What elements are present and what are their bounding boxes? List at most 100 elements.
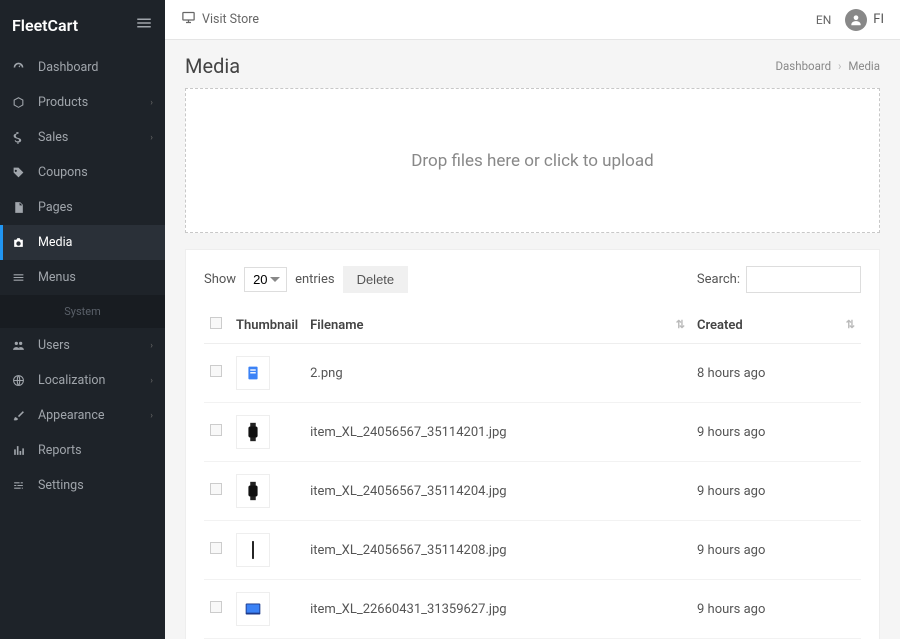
table-controls: Show 20 entries Delete Search: [204, 266, 861, 293]
sidebar: FleetCart DashboardProducts›Sales›Coupon… [0, 0, 165, 639]
filename-cell: item_XL_24056567_35114204.jpg [304, 462, 691, 521]
globe-icon [12, 374, 32, 387]
sidebar-item-label: Appearance [38, 408, 105, 423]
chart-icon [12, 444, 32, 457]
users-icon [12, 339, 32, 352]
sidebar-item-label: Coupons [38, 165, 88, 180]
table-row[interactable]: item_XL_22660431_31359627.jpg9 hours ago [204, 580, 861, 639]
chevron-right-icon: › [150, 98, 153, 108]
sidebar-item-localization[interactable]: Localization › [0, 363, 165, 398]
sidebar-item-menus[interactable]: Menus [0, 260, 165, 295]
chevron-right-icon: › [150, 411, 153, 421]
content: Drop files here or click to upload Show … [165, 88, 900, 639]
main: Visit Store EN FI Media Dashboard › Medi… [165, 0, 900, 639]
page-title: Media [185, 54, 240, 78]
camera-icon [12, 236, 32, 249]
brush-icon [12, 409, 32, 422]
breadcrumb-separator: › [838, 59, 841, 73]
sidebar-item-label: Dashboard [38, 60, 98, 75]
sort-icon: ⇅ [676, 318, 685, 331]
sidebar-item-reports[interactable]: Reports [0, 433, 165, 468]
thumbnail [236, 415, 270, 449]
table-row[interactable]: item_XL_24056567_35114201.jpg9 hours ago [204, 403, 861, 462]
language-switch[interactable]: EN [816, 13, 831, 27]
filename-cell: item_XL_24056567_35114201.jpg [304, 403, 691, 462]
sidebar-item-users[interactable]: Users › [0, 328, 165, 363]
dollar-icon [12, 131, 32, 144]
chevron-right-icon: › [150, 341, 153, 351]
sidebar-item-coupons[interactable]: Coupons [0, 155, 165, 190]
row-checkbox[interactable] [210, 542, 222, 554]
user-initials: FI [873, 12, 884, 27]
sidebar-header: FleetCart [0, 0, 165, 50]
entries-select[interactable]: 20 [244, 267, 287, 292]
sidebar-item-label: Localization [38, 373, 105, 388]
brand-logo: FleetCart [12, 16, 78, 35]
visit-store-label: Visit Store [202, 12, 259, 27]
col-filename[interactable]: Filename ⇅ [304, 307, 691, 344]
chevron-right-icon: › [150, 133, 153, 143]
nav-main: DashboardProducts›Sales›CouponsPagesMedi… [0, 50, 165, 295]
media-table-card: Show 20 entries Delete Search: [185, 249, 880, 639]
breadcrumb-current: Media [848, 59, 880, 73]
media-table: Thumbnail Filename ⇅ Created ⇅ 2.png8 ho… [204, 307, 861, 639]
upload-dropzone[interactable]: Drop files here or click to upload [185, 88, 880, 233]
sidebar-item-pages[interactable]: Pages [0, 190, 165, 225]
sidebar-item-label: Settings [38, 478, 84, 493]
page-header: Media Dashboard › Media [165, 40, 900, 88]
sliders-icon [12, 479, 32, 492]
col-created[interactable]: Created ⇅ [691, 307, 861, 344]
row-checkbox[interactable] [210, 424, 222, 436]
delete-button[interactable]: Delete [343, 266, 409, 293]
nav-section-system: System [0, 295, 165, 328]
sidebar-item-appearance[interactable]: Appearance › [0, 398, 165, 433]
search-input[interactable] [746, 266, 861, 293]
col-thumbnail: Thumbnail [230, 307, 304, 344]
thumbnail [236, 592, 270, 626]
select-all-checkbox[interactable] [210, 317, 222, 329]
sidebar-item-label: Menus [38, 270, 76, 285]
topbar: Visit Store EN FI [165, 0, 900, 40]
thumbnail [236, 533, 270, 567]
sidebar-item-dashboard[interactable]: Dashboard [0, 50, 165, 85]
filename-cell: item_XL_22660431_31359627.jpg [304, 580, 691, 639]
sidebar-item-label: Reports [38, 443, 82, 458]
visit-store-link[interactable]: Visit Store [181, 10, 259, 29]
row-checkbox[interactable] [210, 483, 222, 495]
sidebar-item-label: Users [38, 338, 70, 353]
created-cell: 9 hours ago [691, 403, 861, 462]
gauge-icon [12, 61, 32, 74]
sidebar-item-products[interactable]: Products › [0, 85, 165, 120]
page-icon [12, 201, 32, 214]
chevron-right-icon: › [150, 376, 153, 386]
avatar-icon [845, 9, 867, 31]
table-row[interactable]: 2.png8 hours ago [204, 344, 861, 403]
table-row[interactable]: item_XL_24056567_35114208.jpg9 hours ago [204, 521, 861, 580]
menu-icon [12, 271, 32, 284]
hamburger-icon[interactable] [135, 14, 153, 36]
filename-cell: 2.png [304, 344, 691, 403]
thumbnail [236, 474, 270, 508]
user-menu[interactable]: FI [845, 9, 884, 31]
row-checkbox[interactable] [210, 365, 222, 377]
monitor-icon [181, 10, 196, 29]
search-label: Search: [697, 272, 740, 287]
created-cell: 9 hours ago [691, 580, 861, 639]
breadcrumb: Dashboard › Media [776, 59, 881, 73]
dropzone-text: Drop files here or click to upload [411, 151, 653, 171]
created-cell: 8 hours ago [691, 344, 861, 403]
filename-cell: item_XL_24056567_35114208.jpg [304, 521, 691, 580]
cube-icon [12, 96, 32, 109]
tag-icon [12, 166, 32, 179]
sidebar-item-label: Products [38, 95, 88, 110]
sidebar-item-label: Pages [38, 200, 73, 215]
sidebar-item-label: Media [38, 235, 72, 250]
row-checkbox[interactable] [210, 601, 222, 613]
created-cell: 9 hours ago [691, 521, 861, 580]
sort-icon: ⇅ [846, 318, 855, 331]
table-row[interactable]: item_XL_24056567_35114204.jpg9 hours ago [204, 462, 861, 521]
sidebar-item-media[interactable]: Media [0, 225, 165, 260]
sidebar-item-settings[interactable]: Settings [0, 468, 165, 503]
sidebar-item-sales[interactable]: Sales› [0, 120, 165, 155]
breadcrumb-root[interactable]: Dashboard [776, 59, 832, 73]
